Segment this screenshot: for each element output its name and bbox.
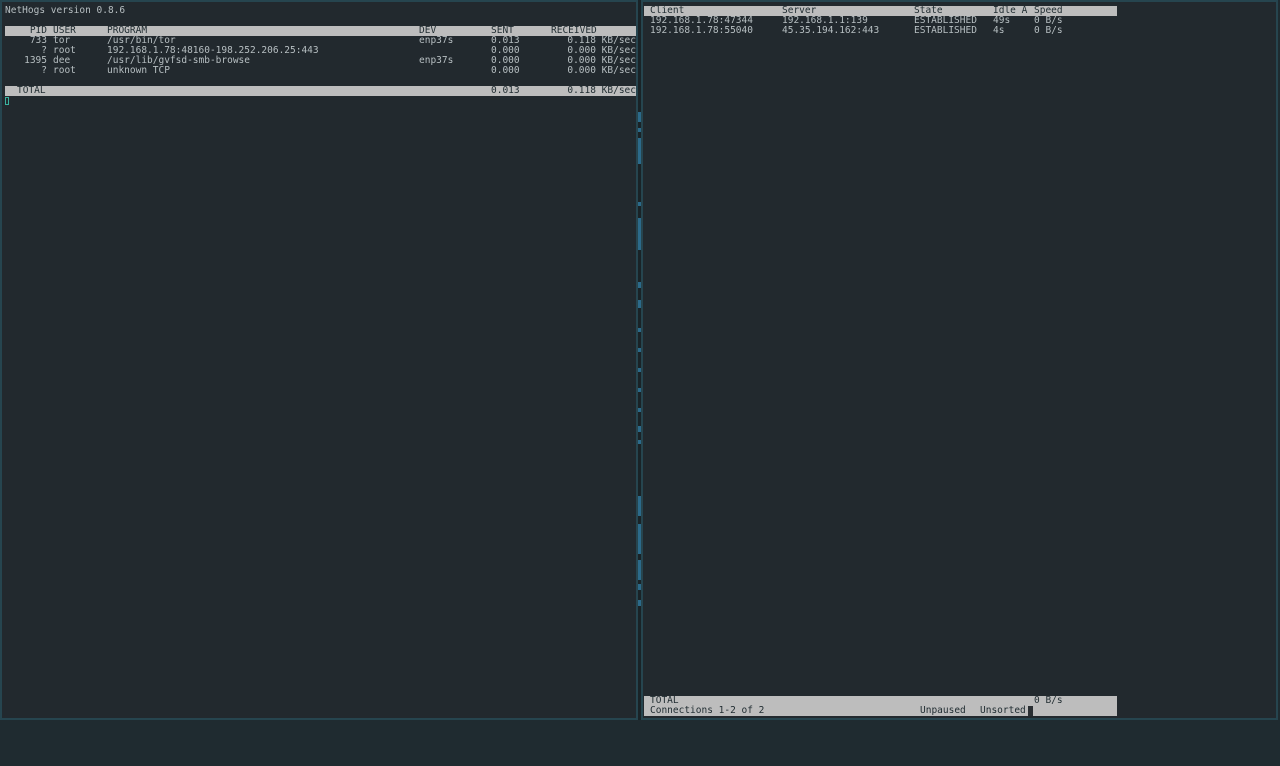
terminal-cursor bbox=[1028, 706, 1033, 716]
total-received: 0.118 KB/sec bbox=[567, 85, 636, 96]
terminal-cursor bbox=[5, 97, 9, 105]
nethogs-process-row: 1395 dee /usr/lib/gvfsd-smb-browse enp37… bbox=[5, 56, 636, 66]
nethogs-terminal-pane[interactable]: NetHogs version 0.8.6 PID USER PROGRAM D… bbox=[0, 0, 638, 720]
row-state: ESTABLISHED bbox=[914, 25, 977, 36]
nethogs-process-row: 733 tor /usr/bin/tor enp37s 0.013 0.118 … bbox=[5, 36, 636, 46]
row-dev: enp37s bbox=[419, 35, 454, 46]
connections-count: Connections 1-2 of 2 bbox=[650, 705, 765, 716]
row-dev: enp37s bbox=[419, 55, 454, 66]
sort-status: Unsorted bbox=[980, 705, 1026, 716]
tcptrack-terminal-pane[interactable]: Client Server State Idle A Speed 192.168… bbox=[641, 0, 1278, 720]
nethogs-process-row: ? root unknown TCP 0.000 0.000 KB/sec bbox=[5, 66, 636, 76]
row-sent: 0.000 bbox=[491, 65, 520, 76]
row-program: unknown TCP bbox=[107, 65, 170, 76]
row-speed: 0 B/s bbox=[1034, 25, 1063, 36]
row-received: 0.000 KB/sec bbox=[567, 65, 636, 76]
total-label: TOTAL bbox=[17, 85, 46, 96]
nethogs-process-row: ? root 192.168.1.78:48160-198.252.206.25… bbox=[5, 46, 636, 56]
row-pid: ? bbox=[41, 65, 47, 76]
row-client: 192.168.1.78:55040 bbox=[650, 25, 753, 36]
total-speed: 0 B/s bbox=[1034, 695, 1063, 706]
row-server: 45.35.194.162:443 bbox=[782, 25, 880, 36]
nethogs-version: NetHogs version 0.8.6 bbox=[5, 5, 126, 16]
row-user: root bbox=[53, 65, 76, 76]
row-idle: 4s bbox=[993, 25, 1005, 36]
total-sent: 0.013 bbox=[491, 85, 520, 96]
nethogs-header-row: PID USER PROGRAM DEV SENT RECEIVED bbox=[5, 26, 636, 36]
tcptrack-status-bar: Connections 1-2 of 2 Unpaused Unsorted bbox=[644, 706, 1117, 716]
connection-row: 192.168.1.78:55040 45.35.194.162:443 EST… bbox=[644, 26, 1117, 36]
paused-status: Unpaused bbox=[920, 705, 966, 716]
nethogs-total-row: TOTAL 0.013 0.118 KB/sec bbox=[5, 86, 636, 96]
